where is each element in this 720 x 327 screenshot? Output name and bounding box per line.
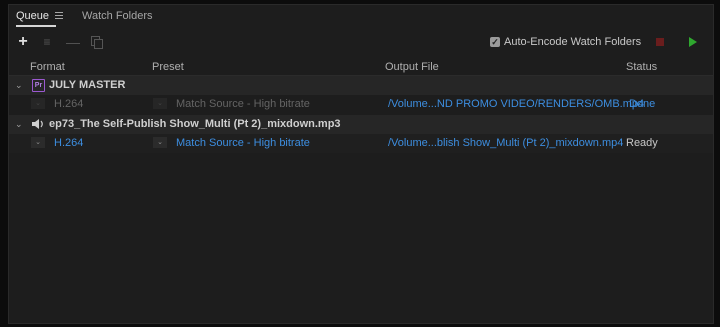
preset-value[interactable]: Match Source - High bitrate	[176, 137, 310, 149]
panel-tabs: Queue Watch Folders	[9, 5, 713, 27]
queue-item-row[interactable]: ⌄ H.264 ⌄ Match Source - High bitrate /V…	[9, 95, 713, 114]
format-dropdown-icon: ⌄	[31, 98, 45, 109]
column-header-output[interactable]: Output File	[385, 61, 439, 73]
preset-dropdown-icon: ⌄	[153, 98, 167, 109]
format-dropdown-icon[interactable]: ⌄	[31, 137, 45, 148]
chevron-down-icon[interactable]: ⌄	[15, 119, 23, 130]
group-title: JULY MASTER	[49, 79, 126, 91]
remove-item-icon[interactable]: —	[66, 35, 80, 49]
column-header-status[interactable]: Status	[626, 61, 657, 73]
add-source-icon[interactable]: +	[16, 34, 30, 50]
tab-queue[interactable]: Queue	[16, 10, 49, 22]
queue-panel: Queue Watch Folders + ≡ — ✓ Auto-Encode …	[8, 4, 714, 324]
auto-encode-checkbox[interactable]: ✓	[490, 37, 500, 47]
audio-speaker-icon	[32, 119, 43, 129]
chevron-down-icon[interactable]: ⌄	[15, 80, 23, 91]
output-file-link[interactable]: /Volume...blish Show_Multi (Pt 2)_mixdow…	[388, 137, 623, 149]
preset-dropdown-icon[interactable]: ⌄	[153, 137, 167, 148]
premiere-icon: Pr	[32, 79, 45, 92]
active-tab-indicator	[16, 25, 56, 27]
status-value: Ready	[626, 137, 658, 149]
queue-group-row[interactable]: ⌄ ep73_The Self-Publish Show_Multi (Pt 2…	[9, 115, 713, 134]
column-header-format[interactable]: Format	[30, 61, 65, 73]
start-queue-icon[interactable]	[689, 37, 697, 47]
stop-queue-icon[interactable]	[656, 38, 664, 46]
tab-watch-folders[interactable]: Watch Folders	[82, 10, 153, 22]
format-value[interactable]: H.264	[54, 137, 83, 149]
column-header-preset[interactable]: Preset	[152, 61, 184, 73]
preset-value: Match Source - High bitrate	[176, 98, 310, 110]
queue-group-row[interactable]: ⌄ Pr JULY MASTER	[9, 76, 713, 95]
duplicate-icon[interactable]	[89, 35, 103, 49]
format-value: H.264	[54, 98, 84, 110]
status-value: Done	[629, 98, 656, 110]
group-title: ep73_The Self-Publish Show_Multi (Pt 2)_…	[49, 118, 341, 130]
panel-menu-icon[interactable]	[55, 12, 63, 21]
auto-encode-label: Auto-Encode Watch Folders	[504, 36, 642, 48]
output-file-link[interactable]: /Volume...ND PROMO VIDEO/RENDERS/OMB.mp4	[388, 98, 644, 110]
auto-encode-toggle[interactable]: ✓ Auto-Encode Watch Folders	[490, 36, 641, 48]
queue-item-row[interactable]: ⌄ H.264 ⌄ Match Source - High bitrate /V…	[9, 134, 713, 153]
edit-settings-icon[interactable]: ≡	[40, 35, 54, 49]
